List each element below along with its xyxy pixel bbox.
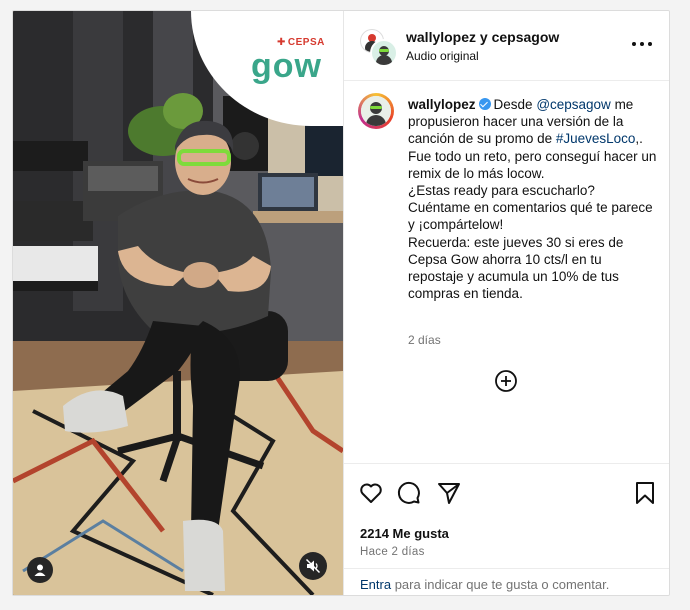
comment-button[interactable] — [396, 480, 422, 506]
user-tag-button[interactable] — [27, 557, 53, 583]
bookmark-icon — [636, 482, 654, 504]
post-side-panel: wallylopez y cepsagow Audio original wal… — [343, 11, 669, 595]
caption-timestamp: 2 días — [408, 333, 441, 347]
collab-avatars[interactable] — [360, 29, 398, 67]
like-button[interactable] — [358, 480, 384, 506]
post-header: wallylopez y cepsagow Audio original — [344, 11, 669, 81]
login-link[interactable]: Entra — [360, 577, 391, 592]
audio-label[interactable]: Audio original — [406, 49, 479, 63]
login-prompt: Entra para indicar que te gusta o coment… — [344, 568, 669, 595]
post-card: ✚ CEPSA gow wallylopez y cepsagow Audio … — [12, 10, 670, 596]
more-options-button[interactable] — [632, 37, 652, 51]
share-icon — [438, 483, 460, 504]
heart-icon — [360, 483, 382, 503]
user-tag-icon — [34, 564, 46, 576]
add-comment-icon — [495, 370, 517, 392]
mention-link[interactable]: @cepsagow — [536, 97, 611, 112]
post-video[interactable]: ✚ CEPSA gow — [13, 11, 343, 595]
mute-button[interactable] — [299, 552, 327, 580]
gow-logo: gow — [251, 47, 322, 85]
like-count[interactable]: 2214 Me gusta — [360, 526, 449, 541]
avatar — [370, 39, 398, 67]
post-timestamp[interactable]: Hace 2 días — [360, 546, 425, 558]
add-comment-button[interactable] — [494, 369, 518, 393]
share-button[interactable] — [436, 480, 462, 506]
verified-icon — [478, 98, 491, 110]
caption-username[interactable]: wallylopez — [408, 97, 476, 112]
more-icon — [632, 42, 636, 46]
mute-icon — [305, 558, 321, 574]
comment-icon — [397, 481, 420, 504]
post-actions: 2214 Me gusta Hace 2 días Entra para ind… — [344, 463, 669, 595]
post-author-title[interactable]: wallylopez y cepsagow — [406, 29, 559, 45]
save-button[interactable] — [632, 480, 658, 506]
post-caption: wallylopez Desde @cepsagow me propusieron… — [408, 97, 657, 302]
caption-avatar[interactable] — [358, 93, 394, 129]
hashtag-link[interactable]: #JuevesLoco — [556, 131, 636, 146]
